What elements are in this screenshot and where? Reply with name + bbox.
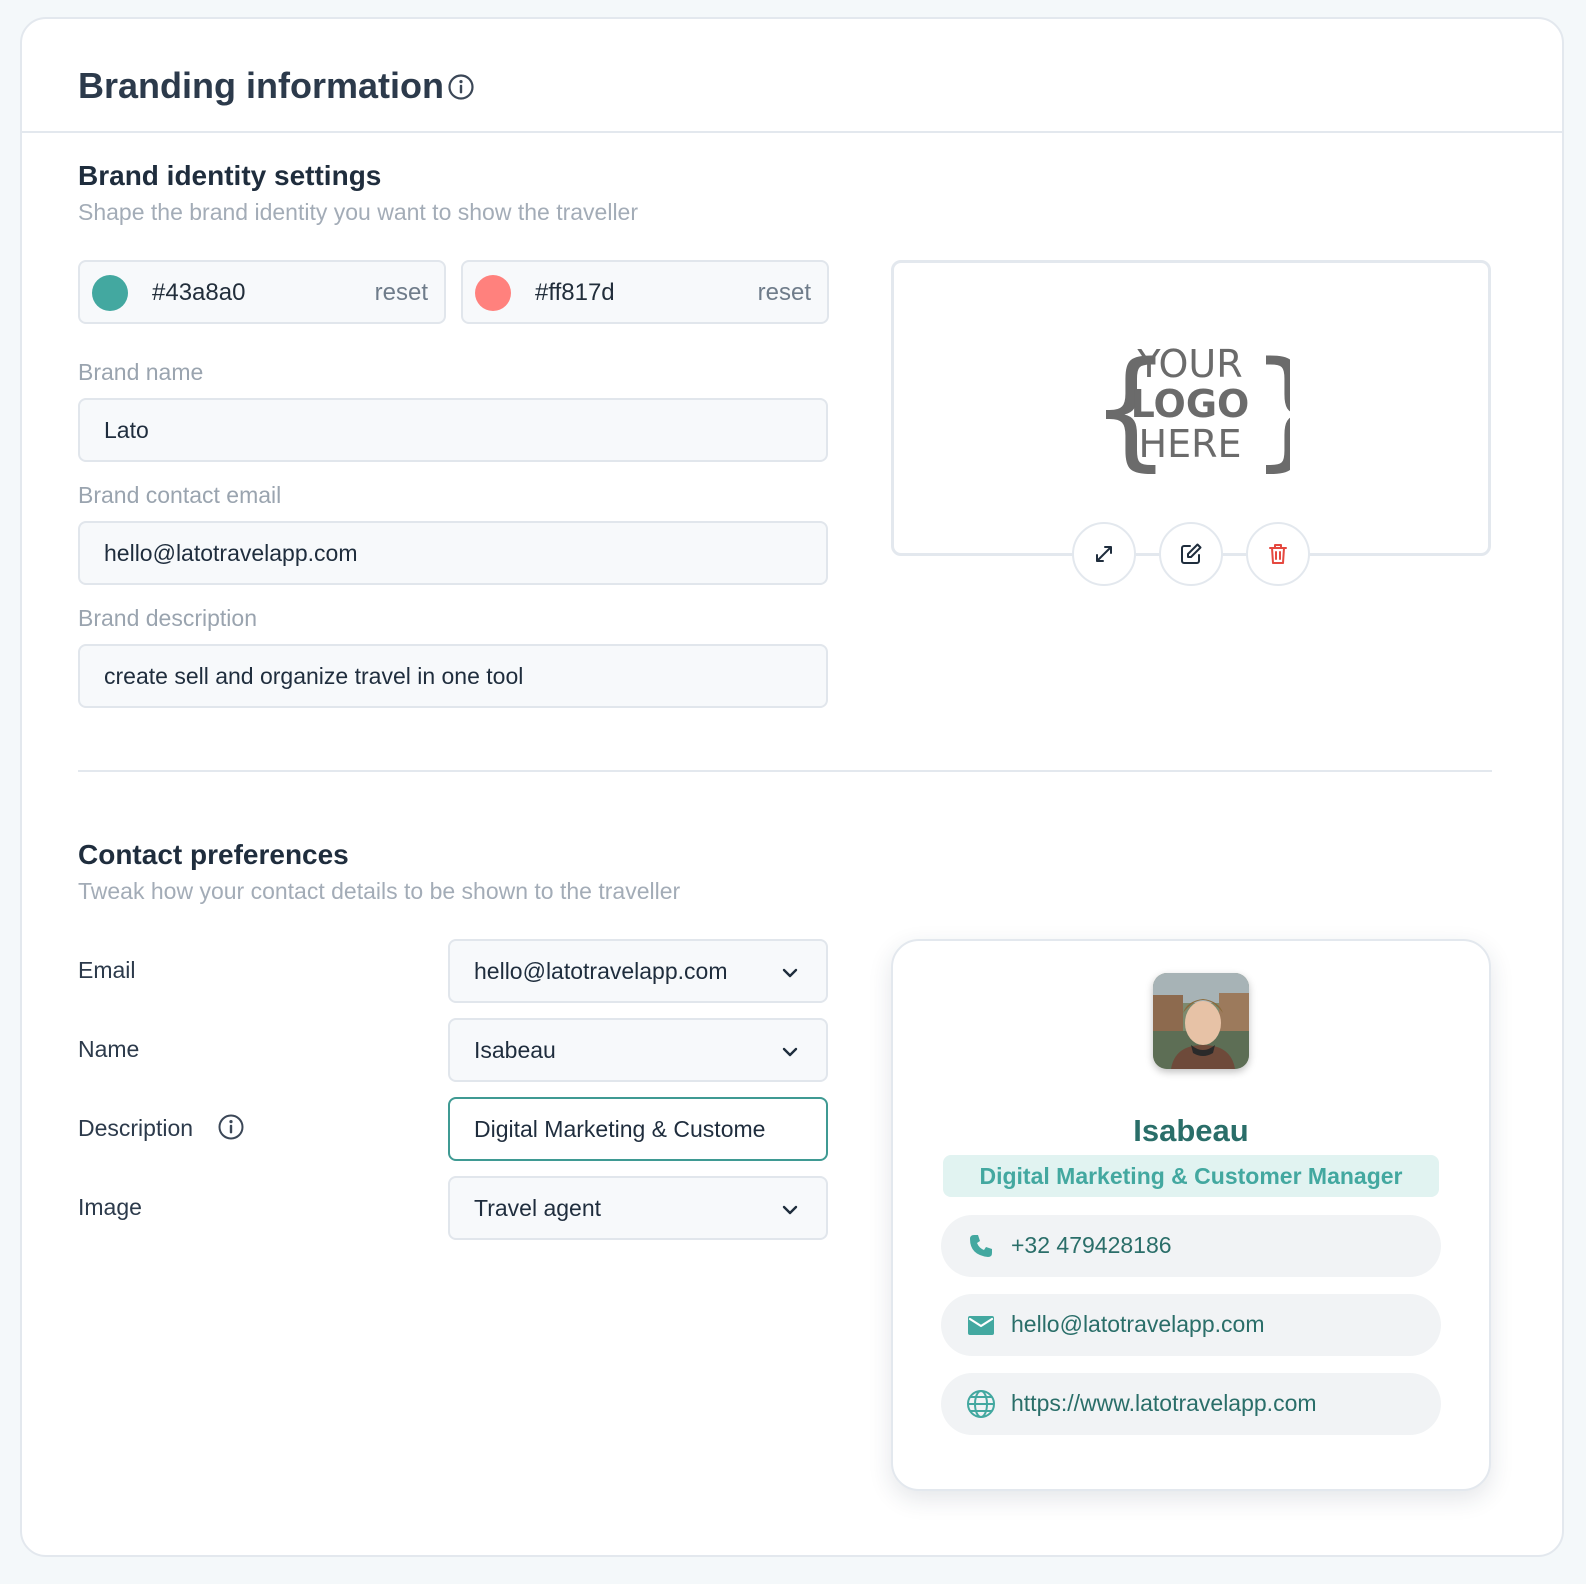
secondary-color-reset-button[interactable]: reset (758, 279, 811, 307)
brand-identity-title: Brand identity settings (78, 160, 382, 191)
description-pref-label-text: Description (78, 1115, 194, 1141)
email-select[interactable]: hello@latotravelapp.com (448, 939, 828, 1003)
contact-card-name: Isabeau (1133, 1113, 1249, 1148)
brand-name-input[interactable]: Lato (78, 398, 828, 462)
section-divider (78, 770, 1492, 772)
contact-website-text: https://www.latotravelapp.com (1011, 1390, 1317, 1416)
chevron-down-icon (782, 1205, 798, 1215)
brand-email-input[interactable]: hello@latotravelapp.com (78, 521, 828, 585)
name-select[interactable]: Isabeau (448, 1018, 828, 1082)
brand-email-label: Brand contact email (78, 482, 282, 508)
brand-description-input[interactable]: create sell and organize travel in one t… (78, 644, 828, 708)
contact-preferences-title: Contact preferences (78, 839, 349, 870)
page-title: Branding information (78, 65, 444, 106)
edit-logo-button[interactable] (1159, 522, 1223, 586)
email-select-value: hello@latotravelapp.com (474, 958, 728, 984)
contact-phone-text: +32 479428186 (1011, 1232, 1172, 1258)
description-input[interactable]: Digital Marketing & Customer Manager (448, 1097, 828, 1161)
description-pref-label: Description (78, 1115, 193, 1142)
expand-icon (1096, 546, 1112, 562)
primary-color-reset-button[interactable]: reset (375, 279, 428, 307)
svg-text:}: } (1250, 335, 1290, 475)
primary-color-swatch[interactable] (92, 275, 128, 311)
contact-card-role: Digital Marketing & Customer Manager (943, 1155, 1439, 1197)
secondary-color-value[interactable]: #ff817d (535, 279, 615, 307)
contact-email-text: hello@latotravelapp.com (1011, 1311, 1265, 1337)
brand-identity-subtitle: Shape the brand identity you want to sho… (78, 199, 639, 225)
phone-icon (970, 1235, 992, 1257)
contact-card-preview: Isabeau Digital Marketing & Customer Man… (891, 939, 1491, 1491)
contact-preferences-subtitle: Tweak how your contact details to be sho… (78, 878, 681, 904)
branding-card: Branding information Brand identity sett… (20, 17, 1564, 1557)
primary-color-picker[interactable]: #43a8a0 reset (78, 260, 446, 324)
brand-description-label: Brand description (78, 605, 257, 631)
svg-text:HERE: HERE (1139, 422, 1242, 466)
image-select-value: Travel agent (474, 1195, 601, 1221)
email-pref-label: Email (78, 957, 136, 983)
contact-website[interactable]: https://www.latotravelapp.com (941, 1373, 1441, 1435)
trash-icon (1269, 544, 1287, 564)
contact-email[interactable]: hello@latotravelapp.com (941, 1294, 1441, 1356)
svg-text:YOUR: YOUR (1136, 342, 1242, 386)
secondary-color-picker[interactable]: #ff817d reset (461, 260, 829, 324)
logo-placeholder: { } YOUR LOGO HERE (1090, 335, 1290, 475)
name-select-value: Isabeau (474, 1037, 556, 1063)
svg-text:LOGO: LOGO (1131, 382, 1250, 426)
image-select[interactable]: Travel agent (448, 1176, 828, 1240)
info-icon[interactable] (447, 73, 475, 101)
secondary-color-swatch[interactable] (475, 275, 511, 311)
description-input-value: Digital Marketing & Customer Manager (474, 1116, 766, 1142)
avatar (1153, 973, 1249, 1069)
contact-phone[interactable]: +32 479428186 (941, 1215, 1441, 1277)
delete-logo-button[interactable] (1246, 522, 1310, 586)
card-header: Branding information (22, 19, 1562, 133)
image-pref-label: Image (78, 1194, 142, 1220)
expand-logo-button[interactable] (1072, 522, 1136, 586)
primary-color-value[interactable]: #43a8a0 (152, 279, 245, 307)
name-pref-label: Name (78, 1036, 140, 1062)
mail-icon (968, 1316, 994, 1335)
edit-icon (1181, 543, 1202, 564)
logo-preview: { } YOUR LOGO HERE (891, 260, 1491, 556)
info-icon[interactable] (217, 1113, 245, 1141)
chevron-down-icon (782, 1047, 798, 1057)
brand-name-label: Brand name (78, 359, 204, 385)
globe-icon (967, 1390, 995, 1418)
chevron-down-icon (782, 968, 798, 978)
